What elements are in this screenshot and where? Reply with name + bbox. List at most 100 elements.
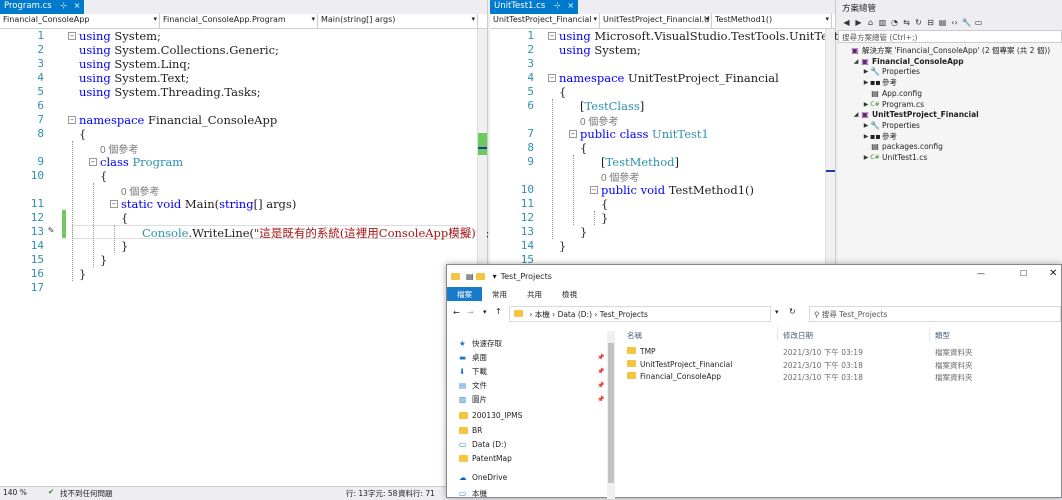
folder-icon [627,347,636,354]
tree-item[interactable]: ▶ 🔧 Properties [862,66,920,77]
maximize-button[interactable]: ☐ [1020,269,1027,278]
sync-icon[interactable]: ⇆ [901,17,912,28]
ribbon-tab-view[interactable]: 檢視 [552,287,587,301]
issues-status[interactable]: 找不到任何問題 [60,488,113,499]
ribbon-tab-home[interactable]: 常用 [482,287,517,301]
address-dropdown-icon[interactable]: ▾ [775,308,779,316]
pin-icon[interactable]: ⊹ [554,1,561,10]
tree-item[interactable]: ▶ ▪▪ 參考 [862,77,897,88]
ribbon-tab-share[interactable]: 共用 [517,287,552,301]
close-tab-icon[interactable]: × [567,1,574,10]
tree-item[interactable]: ▶ C# Program.cs [862,99,924,110]
home-icon[interactable]: ⌂ [865,17,876,28]
expand-toggle[interactable]: ◢ [852,58,860,65]
pin-icon[interactable]: ⊹ [60,1,67,10]
project-dropdown[interactable]: UnitTestProject_Financial ▾ [490,14,600,28]
tab-unittest1-cs[interactable]: UnitTest1.cs ⊹ × [490,0,579,14]
forward-icon[interactable]: ▶ [853,17,864,28]
refresh-icon[interactable]: ↻ [789,307,796,316]
expand-toggle[interactable]: ▶ [862,101,870,108]
nav-item[interactable]: ▤ 文件 📌 [459,379,604,392]
tree-item[interactable]: ▶ C# UnitTest1.cs [862,152,928,163]
collapse-method-toggle[interactable]: − [110,200,118,208]
class-dropdown[interactable]: UnitTestProject_Financial.U ▾ [600,14,712,28]
close-tab-icon[interactable]: × [74,1,81,10]
solution-icon: ▣ [851,46,859,55]
collapse-namespace-toggle[interactable]: − [68,116,76,124]
class-dropdown[interactable]: Financial_ConsoleApp.Program ▾ [160,14,318,28]
nav-item[interactable]: ⬇ 下載 📌 [459,365,604,378]
properties-icon[interactable]: 🔧 [961,17,972,28]
minimize-button[interactable]: — [977,269,985,278]
nav-item[interactable]: ☁ OneDrive [459,471,601,484]
view-code-icon[interactable]: ‹› [949,17,960,28]
solution-explorer-title: 方案總管 [838,0,1062,14]
tree-item[interactable]: ▶ ▪▪ 參考 [862,131,897,142]
quick-access-toolbar-dropdown[interactable]: ▾ [493,272,497,281]
address-input[interactable]: › 本機 › Data (D:) › Test_Projects [509,306,771,322]
expand-toggle[interactable]: ◢ [852,111,860,118]
expand-toggle[interactable]: ▶ [862,154,870,161]
file-row[interactable]: Financial_ConsoleApp 2021/3/10 下午 03:18 檔案… [627,372,1057,384]
recent-locations-icon[interactable]: ▾ [483,308,487,316]
expand-toggle[interactable]: ▶ [862,133,870,140]
collapse-using-toggle[interactable]: − [68,32,76,40]
back-icon[interactable]: ← [453,308,460,317]
back-icon[interactable]: ◀ [841,17,852,28]
zoom-level[interactable]: 140 % [3,488,27,497]
nav-item[interactable]: ▬ 桌面 📌 [459,351,604,364]
nav-item[interactable]: ▭ Data (D:) [459,438,601,451]
project-dropdown[interactable]: Financial_ConsoleApp ▾ [0,14,160,28]
tree-item[interactable]: ◢ ▣ Financial_ConsoleApp [852,56,964,67]
left-code-editor[interactable]: 1 2 3 4 5 6 7 8 9 10 11 12 13 14 15 16 17 ✎ − − − − usin… [0,29,490,484]
collapse-class-toggle[interactable]: − [89,158,97,166]
properties-quick-icon[interactable]: ▤ [466,272,474,281]
onedrive-icon: ☁ [459,473,467,482]
refresh-icon[interactable]: ↻ [913,17,924,28]
new-folder-icon[interactable] [475,272,485,280]
line-number: 14 [30,239,44,252]
expand-toggle[interactable]: ▶ [862,122,870,129]
tree-item[interactable]: ▤ packages.config [862,141,943,152]
reference-count[interactable]: 0 個參考 [580,113,618,128]
nav-pane-scrollbar[interactable] [607,331,615,499]
reference-count[interactable]: 0 個參考 [121,183,159,198]
tree-item[interactable]: ▣ 解決方案 'Financial_ConsoleApp' (2 個專案 (共 2… [842,45,1050,56]
forward-icon[interactable]: → [467,308,474,317]
nav-item[interactable]: ▨ 圖片 📌 [459,393,604,406]
show-files-icon[interactable]: ▤ [937,17,948,28]
collapse-using-toggle[interactable]: − [548,32,556,40]
member-dropdown[interactable]: Main(string[] args) ▾ [318,14,478,28]
file-row[interactable]: TMP 2021/3/10 下午 03:19 檔案資料夾 [627,347,1057,359]
collapse-all-icon[interactable]: ⊟ [925,17,936,28]
up-icon[interactable]: ↑ [495,307,502,316]
search-input[interactable]: ⚲ 搜尋 Test_Projects [809,306,1061,322]
column-date[interactable]: 修改日期 [783,330,813,341]
reference-count[interactable]: 0 個參考 [601,169,639,184]
expand-toggle[interactable]: ▶ [862,79,870,86]
file-row[interactable]: UnitTestProject_Financial 2021/3/10 下午 03… [627,359,1057,372]
switch-views-icon[interactable]: ▥ [877,17,888,28]
collapse-method-toggle[interactable]: − [590,186,598,194]
tree-item[interactable]: ◢ ▣ UnitTestProject_Financial [852,109,979,120]
nav-item[interactable]: PatentMap [459,452,601,465]
column-name[interactable]: 名稱 [627,330,642,341]
nav-item[interactable]: ▭ 本機 [459,487,601,500]
tree-item[interactable]: ▶ 🔧 Properties [862,120,920,131]
collapse-namespace-toggle[interactable]: − [548,74,556,82]
tree-item[interactable]: ▤ App.config [862,88,922,99]
tab-program-cs[interactable]: Program.cs ⊹ × [0,0,85,14]
column-type[interactable]: 類型 [935,330,950,341]
collapse-class-toggle[interactable]: − [569,130,577,138]
nav-item[interactable]: ★ 快速存取 [459,337,601,350]
solution-search-input[interactable]: 搜尋方案總管 (Ctrl+;) [838,30,1062,43]
member-dropdown[interactable]: TestMethod1() ▾ [712,14,832,28]
expand-toggle[interactable]: ▶ [862,68,870,75]
close-button[interactable]: ✕ [1049,268,1057,279]
pending-changes-icon[interactable]: ◔ [889,17,900,28]
reference-count[interactable]: 0 個參考 [100,141,138,156]
ribbon-tab-file[interactable]: 檔案 [447,287,482,301]
preview-icon[interactable]: ▭ [973,17,984,28]
nav-item[interactable]: 200130_IPMS [459,409,601,422]
nav-item[interactable]: BR [459,424,601,437]
